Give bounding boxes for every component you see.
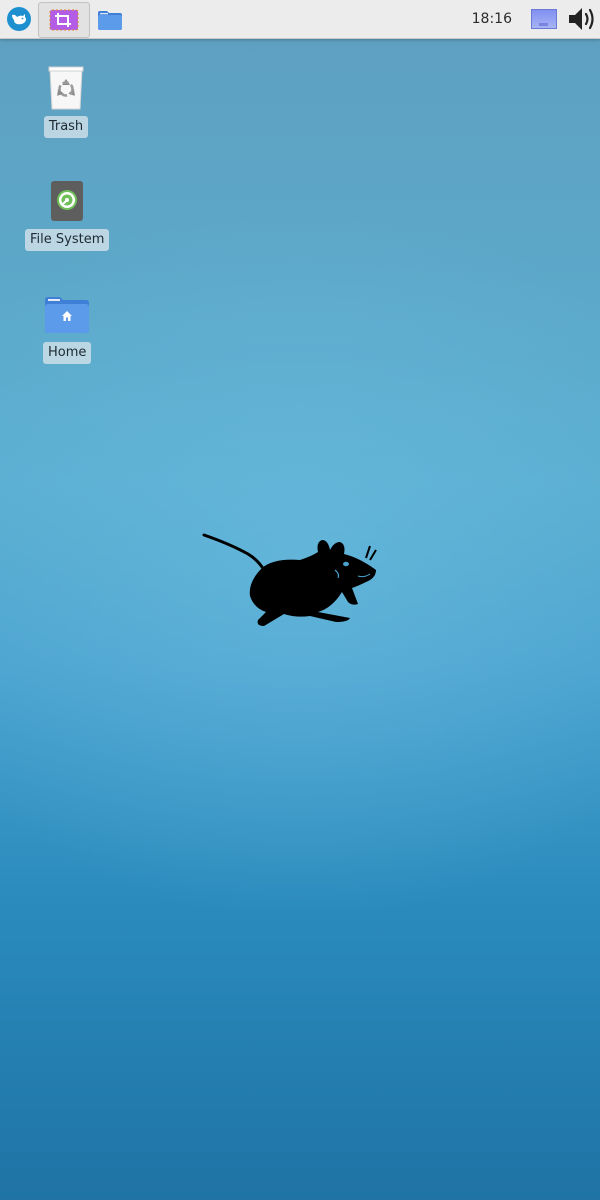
desktop-icon-label: File System — [25, 229, 110, 251]
folder-icon — [98, 10, 122, 30]
xfce-mouse-logo — [202, 533, 377, 626]
desktop-icon-label: Home — [43, 342, 92, 364]
panel-clock[interactable]: 18:16 — [460, 0, 524, 38]
top-panel: 18:16 — [0, 0, 600, 39]
desktop[interactable]: 18:16 Trash File System Home — [0, 0, 600, 1200]
xfce-mouse-icon — [7, 7, 31, 31]
desktop-icon-trash[interactable]: Trash — [42, 64, 90, 138]
screenshot-task-button[interactable] — [38, 1, 90, 38]
workspace-pager[interactable] — [524, 0, 564, 38]
volume-button[interactable] — [564, 0, 600, 38]
file-manager-task-button[interactable] — [90, 2, 130, 38]
whisker-menu-button[interactable] — [0, 0, 38, 38]
desktop-icon-file-system[interactable]: File System — [25, 177, 110, 251]
desktop-icon-label: Trash — [43, 116, 89, 138]
desktop-icon-home[interactable]: Home — [43, 290, 92, 364]
crop-icon — [49, 9, 79, 30]
workspace-icon — [531, 9, 557, 29]
speaker-icon — [569, 8, 594, 30]
home-folder-icon — [45, 297, 90, 333]
drive-icon — [51, 181, 84, 221]
trash-icon — [48, 66, 84, 110]
